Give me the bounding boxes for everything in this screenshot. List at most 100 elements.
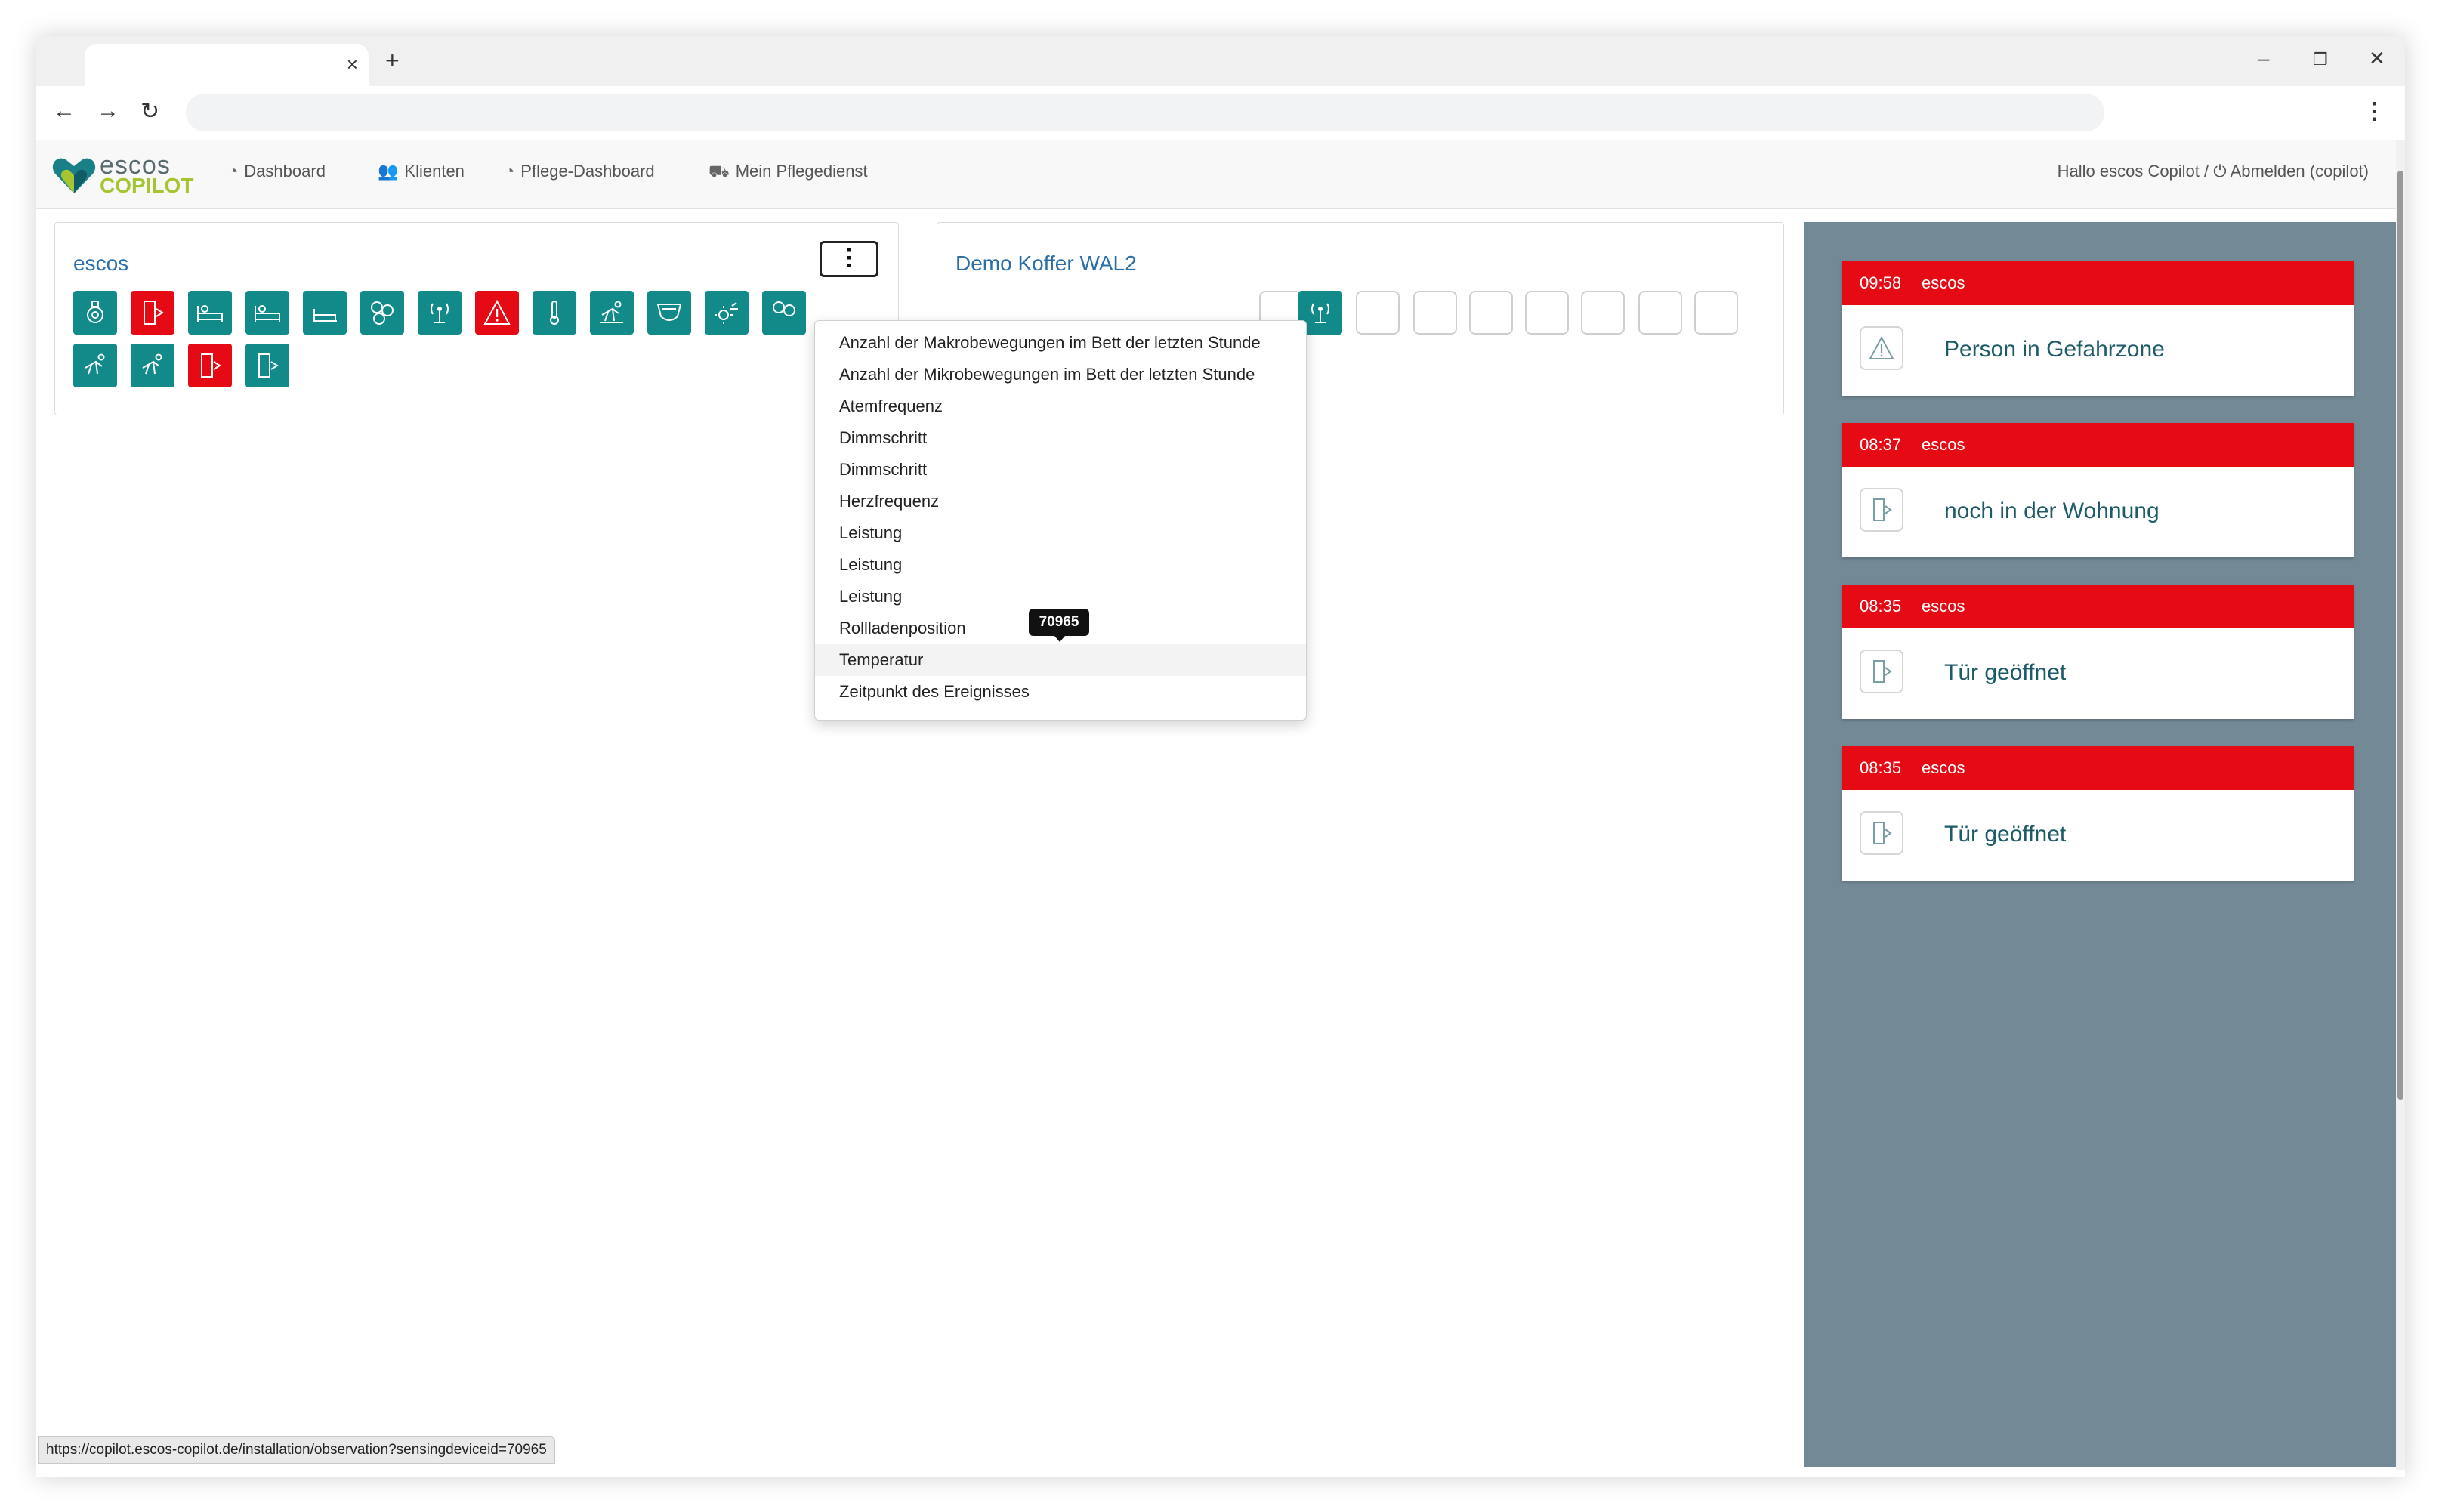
sensor-slot-empty[interactable]: [1638, 291, 1682, 335]
door-sensor-button[interactable]: [245, 344, 289, 387]
alert-source: escos: [1922, 435, 1965, 454]
alert-source: escos: [1922, 597, 1965, 616]
alert-card[interactable]: 08:35 escos Tür geöffnet: [1842, 585, 2354, 719]
logout-link[interactable]: ⏻ Abmelden (copilot): [2213, 162, 2369, 181]
alert-source: escos: [1922, 273, 1965, 292]
fall-sensor-button[interactable]: [590, 291, 634, 335]
nav-klienten[interactable]: 👥 Klienten: [378, 162, 465, 181]
bed-sensor-button[interactable]: [188, 291, 232, 335]
bed-sensor-button[interactable]: [303, 291, 347, 335]
restore-button[interactable]: ❐: [2313, 50, 2328, 69]
address-bar[interactable]: [186, 94, 2104, 131]
sun-icon: [715, 302, 738, 324]
alerts-panel: 09:58 escos Person in Gefahrzone 08:37 e…: [1804, 222, 2396, 1467]
back-button[interactable]: ←: [53, 98, 76, 124]
dropdown-item[interactable]: Zeitpunkt des Ereignisses: [815, 676, 1306, 708]
page-scrollbar[interactable]: [2396, 140, 2405, 1470]
dropdown-item[interactable]: Dimmschritt: [815, 454, 1306, 486]
warning-icon: [1860, 326, 1903, 370]
observation-dropdown: Anzahl der Makrobewegungen im Bett der l…: [814, 320, 1307, 721]
forward-button[interactable]: →: [97, 98, 119, 124]
alert-header: 08:37 escos: [1842, 423, 2354, 467]
warning-icon: [483, 299, 511, 325]
molecule-sensor-button[interactable]: [762, 291, 806, 335]
antenna-icon: [431, 303, 449, 323]
alert-source: escos: [1922, 758, 1965, 777]
alert-message: noch in der Wohnung: [1944, 498, 2160, 523]
alert-message: Tür geöffnet: [1944, 660, 2067, 685]
light-sensor-button[interactable]: [705, 291, 749, 335]
thermometer-icon: [550, 301, 559, 325]
door-sensor-button[interactable]: [131, 291, 174, 335]
dropdown-item[interactable]: Leistung: [815, 549, 1306, 581]
dropdown-item[interactable]: Leistung: [815, 581, 1306, 613]
tab-bar: × + – ❐ ✕: [36, 36, 2405, 86]
close-window-button[interactable]: ✕: [2369, 47, 2385, 70]
molecule-sensor-button[interactable]: [360, 291, 404, 335]
nav-mein-pflegedienst[interactable]: ⛟ Mein Pflegedienst: [709, 162, 868, 184]
alert-card[interactable]: 09:58 escos Person in Gefahrzone: [1842, 261, 2354, 396]
door-icon: [258, 353, 279, 378]
dropdown-item[interactable]: Dimmschritt: [815, 422, 1306, 454]
device-card-escos: escos ⋮: [54, 222, 899, 415]
minimize-button[interactable]: –: [2258, 47, 2269, 70]
nav-pflege-dashboard-label: Pflege-Dashboard: [520, 162, 655, 181]
bed-icon: [313, 309, 337, 322]
browser-toolbar: ← → ↻ ⋮: [36, 86, 2405, 140]
sensor-slot-empty[interactable]: [1356, 291, 1400, 335]
fall-sensor-button[interactable]: [73, 344, 117, 387]
dropdown-item-hovered[interactable]: Temperatur: [815, 644, 1306, 676]
nav-mein-pflegedienst-label: Mein Pflegedienst: [735, 162, 868, 181]
sensor-slot-empty[interactable]: [1694, 291, 1738, 335]
users-icon: 👥: [378, 162, 399, 181]
person-fall-icon: [600, 301, 623, 323]
fall-sensor-button[interactable]: [131, 344, 174, 387]
browser-tab[interactable]: ×: [85, 44, 369, 86]
nav-dashboard-label: Dashboard: [244, 162, 326, 181]
sensor-slot-empty[interactable]: [1469, 291, 1513, 335]
browser-menu-button[interactable]: ⋮: [2363, 98, 2385, 125]
bed-sensor-button[interactable]: [245, 291, 289, 335]
dropdown-item[interactable]: Anzahl der Mikrobewegungen im Bett der l…: [815, 359, 1306, 390]
diaper-sensor-button[interactable]: [647, 291, 691, 335]
nav-pflege-dashboard[interactable]: ◔ Pflege-Dashboard: [505, 162, 655, 181]
tab-close-icon[interactable]: ×: [347, 53, 358, 76]
scrollbar-thumb[interactable]: [2397, 171, 2403, 1100]
browser-window: × + – ❐ ✕ ← → ↻ ⋮ escos COPILOT ◔ Dashboa…: [36, 36, 2405, 1477]
door-icon: [144, 301, 164, 325]
new-tab-button[interactable]: +: [385, 47, 400, 75]
alert-message: Person in Gefahrzone: [1944, 337, 2165, 362]
greeting-text: Hallo escos Copilot /: [2057, 162, 2214, 181]
door-icon: [1860, 650, 1903, 693]
antenna-sensor-button[interactable]: [418, 291, 462, 335]
kebab-menu-button[interactable]: ⋮: [820, 241, 878, 277]
sensor-button[interactable]: [73, 291, 117, 335]
sensor-slot-empty[interactable]: [1413, 291, 1457, 335]
dropdown-item[interactable]: Anzahl der Makrobewegungen im Bett der l…: [815, 327, 1306, 359]
alert-time: 08:35: [1860, 597, 1902, 616]
door-sensor-button[interactable]: [188, 344, 232, 387]
escos-logo[interactable]: escos COPILOT: [51, 150, 193, 198]
reload-button[interactable]: ↻: [140, 98, 159, 125]
alert-header: 09:58 escos: [1842, 261, 2354, 305]
danger-zone-button[interactable]: [475, 291, 519, 335]
sensor-slot-empty[interactable]: [1525, 291, 1569, 335]
sensor-slot-empty[interactable]: [1581, 291, 1625, 335]
heart-logo-icon: [52, 158, 96, 193]
truck-icon: ⛟: [709, 162, 730, 181]
alert-card[interactable]: 08:35 escos Tür geöffnet: [1842, 746, 2354, 881]
dropdown-item[interactable]: Herzfrequenz: [815, 486, 1306, 517]
logo-text-copilot: COPILOT: [100, 174, 194, 197]
tooltip: 70965: [1029, 609, 1089, 642]
dropdown-item[interactable]: Atemfrequenz: [815, 390, 1306, 422]
molecule-icon: [773, 301, 795, 316]
temperature-sensor-button[interactable]: [533, 291, 576, 335]
alert-message: Tür geöffnet: [1944, 822, 2067, 847]
card-title-escos[interactable]: escos: [73, 251, 128, 276]
door-icon: [1860, 811, 1903, 855]
alert-card[interactable]: 08:37 escos noch in der Wohnung: [1842, 423, 2354, 557]
nav-dashboard[interactable]: ◔ Dashboard: [228, 162, 326, 181]
dropdown-item[interactable]: Leistung: [815, 517, 1306, 549]
alert-time: 08:35: [1860, 758, 1902, 777]
card-title-demo-koffer[interactable]: Demo Koffer WAL2: [955, 251, 1137, 276]
